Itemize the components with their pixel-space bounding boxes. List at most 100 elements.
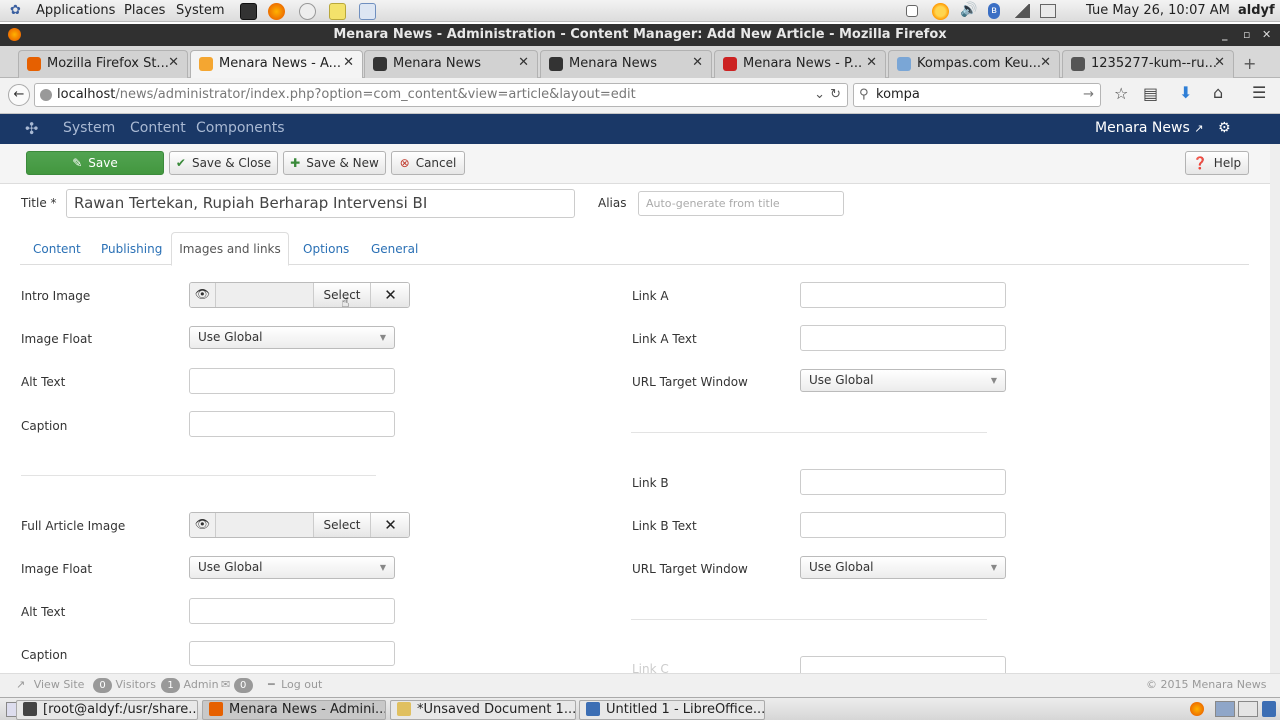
battery-icon[interactable] bbox=[1040, 4, 1056, 18]
mail-launcher-icon[interactable] bbox=[299, 3, 316, 20]
link-a-target-select[interactable]: Use Global ▼ bbox=[800, 369, 1006, 392]
intro-image-path[interactable] bbox=[216, 283, 313, 307]
help-button[interactable]: ❓ Help bbox=[1185, 151, 1249, 175]
full-image-path[interactable] bbox=[216, 513, 313, 537]
bookmark-star-icon[interactable]: ☆ bbox=[1114, 84, 1128, 103]
notes-launcher-icon[interactable] bbox=[329, 3, 346, 20]
browser-tab[interactable]: Mozilla Firefox St... ✕ bbox=[18, 50, 188, 78]
browser-tab[interactable]: 1235277-kum--ru... ✕ bbox=[1062, 50, 1234, 78]
trash-icon[interactable] bbox=[1262, 701, 1276, 717]
link-b-text-input[interactable] bbox=[800, 512, 1006, 538]
minimize-icon[interactable]: _ bbox=[1222, 24, 1228, 46]
weather-sun-icon[interactable] bbox=[932, 3, 949, 20]
save-button[interactable]: ✎ Save bbox=[26, 151, 164, 175]
tab-close-icon[interactable]: ✕ bbox=[866, 51, 877, 75]
workspace-2-icon[interactable] bbox=[1238, 701, 1258, 717]
places-menu[interactable]: Places bbox=[124, 3, 165, 18]
workspace-1-icon[interactable] bbox=[1215, 701, 1235, 717]
full-alt-input[interactable] bbox=[189, 598, 395, 624]
firefox-window-icon[interactable] bbox=[8, 28, 21, 41]
alias-input[interactable]: Auto-generate from title bbox=[638, 191, 844, 216]
preview-eye-icon[interactable]: 👁 bbox=[190, 283, 216, 307]
tab-general[interactable]: General bbox=[371, 242, 418, 256]
browser-tab[interactable]: Kompas.com Keu... ✕ bbox=[888, 50, 1060, 78]
tab-close-icon[interactable]: ✕ bbox=[518, 51, 529, 75]
save-new-button[interactable]: ✚ Save & New bbox=[283, 151, 386, 175]
search-go-icon[interactable]: → bbox=[1083, 84, 1094, 106]
tab-options[interactable]: Options bbox=[303, 242, 349, 256]
taskbar-libreoffice[interactable]: Untitled 1 - LibreOffice... bbox=[579, 700, 765, 720]
joomla-logo-icon[interactable]: ✣ bbox=[25, 119, 38, 138]
settings-gear-icon[interactable]: ⚙ bbox=[1218, 120, 1231, 136]
reading-list-icon[interactable]: ▤ bbox=[1143, 84, 1158, 103]
link-a-text-input[interactable] bbox=[800, 325, 1006, 351]
tab-close-icon[interactable]: ✕ bbox=[343, 51, 354, 75]
tab-close-icon[interactable]: ✕ bbox=[692, 51, 703, 75]
save-close-button[interactable]: ✔ Save & Close bbox=[169, 151, 278, 175]
logout-link[interactable]: ━ Log out bbox=[268, 674, 322, 696]
taskbar-text-editor[interactable]: *Unsaved Document 1... bbox=[390, 700, 576, 720]
link-a-input[interactable] bbox=[800, 282, 1006, 308]
maximize-icon[interactable]: ▫ bbox=[1243, 24, 1250, 46]
tab-images-and-links[interactable]: Images and links bbox=[171, 232, 289, 266]
applications-menu[interactable]: Applications bbox=[36, 3, 115, 18]
url-bar[interactable]: localhost/news/administrator/index.php?o… bbox=[34, 83, 848, 107]
full-float-select[interactable]: Use Global ▼ bbox=[189, 556, 395, 579]
firefox-launcher-icon[interactable] bbox=[268, 3, 285, 20]
system-menu[interactable]: System bbox=[176, 3, 224, 18]
volume-icon[interactable]: 🔊 bbox=[960, 2, 977, 18]
tray-firefox-icon[interactable] bbox=[1190, 702, 1204, 716]
menu-system[interactable]: System bbox=[63, 120, 115, 136]
taskbar-terminal[interactable]: [root@aldyf:/usr/share... bbox=[16, 700, 198, 720]
link-b-input[interactable] bbox=[800, 469, 1006, 495]
search-bar[interactable]: ⚲ kompa → bbox=[853, 83, 1101, 107]
username[interactable]: aldyf bbox=[1238, 3, 1275, 18]
view-site-link[interactable]: ↗ View Site bbox=[16, 674, 84, 696]
tab-close-icon[interactable]: ✕ bbox=[168, 51, 179, 75]
browser-tab[interactable]: Menara News ✕ bbox=[364, 50, 538, 78]
tab-publishing[interactable]: Publishing bbox=[101, 242, 162, 256]
preview-eye-icon[interactable]: 👁 bbox=[190, 513, 216, 537]
site-link[interactable]: Menara News ↗ bbox=[1095, 120, 1203, 136]
clock[interactable]: Tue May 26, 10:07 AM bbox=[1086, 3, 1230, 18]
downloads-icon[interactable]: ⬇ bbox=[1179, 83, 1192, 102]
full-image-label: Full Article Image bbox=[21, 519, 126, 533]
browser-tab[interactable]: Menara News ✕ bbox=[540, 50, 712, 78]
full-image-clear-icon[interactable]: ✕ bbox=[370, 513, 409, 537]
menu-hamburger-icon[interactable]: ☰ bbox=[1252, 83, 1266, 102]
window-list-icon[interactable] bbox=[906, 5, 918, 17]
title-input[interactable]: Rawan Tertekan, Rupiah Berharap Interven… bbox=[66, 189, 575, 218]
browser-tab[interactable]: Menara News - P... ✕ bbox=[714, 50, 886, 78]
intro-caption-input[interactable] bbox=[189, 411, 395, 437]
menu-components[interactable]: Components bbox=[196, 120, 285, 136]
page-scrollbar[interactable] bbox=[1270, 144, 1280, 673]
link-b-target-select[interactable]: Use Global ▼ bbox=[800, 556, 1006, 579]
tab-content[interactable]: Content bbox=[33, 242, 81, 256]
screenshot-launcher-icon[interactable] bbox=[359, 3, 376, 20]
home-icon[interactable]: ⌂ bbox=[1213, 83, 1223, 102]
full-image-select-button[interactable]: Select bbox=[313, 513, 370, 537]
taskbar-firefox[interactable]: Menara News - Admini... bbox=[202, 700, 386, 720]
browser-tab-active[interactable]: Menara News - A... ✕ bbox=[190, 50, 363, 78]
cancel-button[interactable]: ⊗ Cancel bbox=[391, 151, 465, 175]
intro-alt-input[interactable] bbox=[189, 368, 395, 394]
url-dropdown-icon[interactable]: ⌄ bbox=[814, 84, 825, 106]
site-identity-icon[interactable] bbox=[40, 89, 52, 101]
network-signal-icon[interactable] bbox=[1014, 4, 1030, 18]
messages-status[interactable]: ✉ 0 bbox=[221, 674, 253, 696]
back-button-icon[interactable]: ← bbox=[8, 84, 30, 106]
bluetooth-icon[interactable]: ʙ bbox=[988, 3, 1000, 19]
reload-icon[interactable]: ↻ bbox=[830, 84, 841, 106]
intro-image-clear-icon[interactable]: ✕ bbox=[370, 283, 409, 307]
gnome-foot-icon[interactable]: ✿ bbox=[10, 3, 21, 18]
new-tab-icon[interactable]: + bbox=[1243, 54, 1256, 73]
search-input-value[interactable]: kompa bbox=[876, 87, 920, 102]
terminal-launcher-icon[interactable] bbox=[240, 3, 257, 20]
tab-close-icon[interactable]: ✕ bbox=[1214, 51, 1225, 75]
link-c-input[interactable] bbox=[800, 656, 1006, 673]
close-window-icon[interactable]: ✕ bbox=[1262, 24, 1271, 46]
intro-float-select[interactable]: Use Global ▼ bbox=[189, 326, 395, 349]
menu-content[interactable]: Content bbox=[130, 120, 186, 136]
tab-close-icon[interactable]: ✕ bbox=[1040, 51, 1051, 75]
full-caption-input[interactable] bbox=[189, 641, 395, 666]
